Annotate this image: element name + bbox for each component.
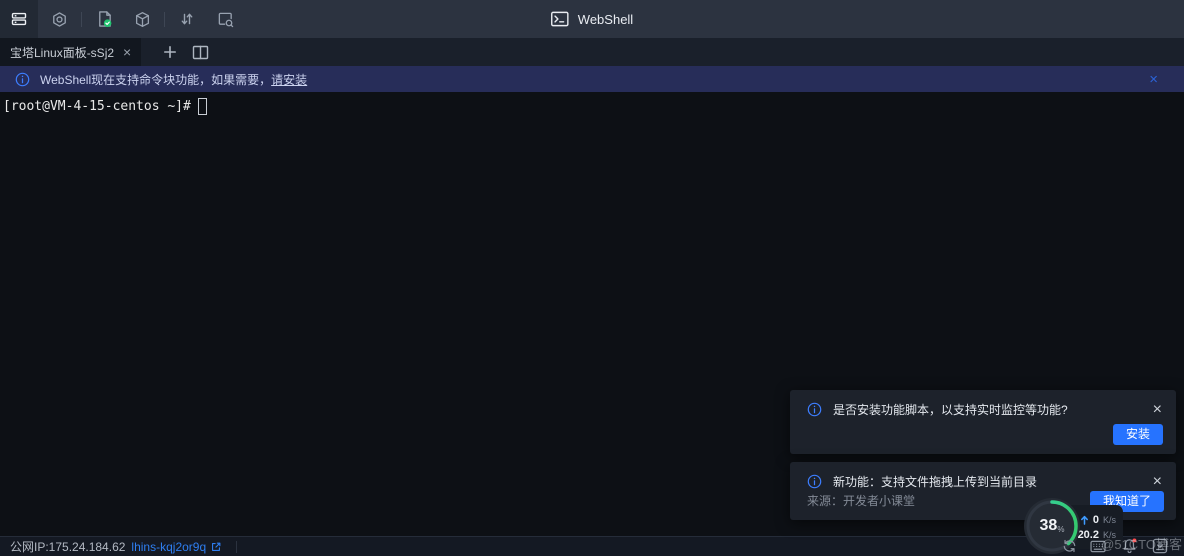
info-icon [15,72,30,87]
status-divider [236,541,237,553]
new-tab-button[interactable] [163,45,177,59]
settings-gear-icon [51,11,68,28]
tab-close-icon[interactable]: × [123,45,131,59]
install-button[interactable]: 安装 [1113,424,1163,445]
app-header: WebShell [551,0,633,38]
terminal-prompt-line: [root@VM-4-15-centos ~]# [3,98,207,115]
tab-bar: 宝塔Linux面板-sSj2 × [0,38,1184,66]
top-toolbar: WebShell [0,0,1184,38]
download-button[interactable] [1152,538,1168,554]
upload-unit: K/s [1103,515,1116,525]
notifications-button[interactable] [1122,537,1138,554]
file-check-icon [96,10,113,28]
percent-sign: % [1057,525,1064,534]
command-block-button[interactable] [123,0,161,38]
toast-close-icon[interactable]: × [1153,402,1162,418]
window-search-button[interactable] [206,0,244,38]
window-search-icon [217,11,234,28]
banner-install-link[interactable]: 请安装 [271,71,307,88]
toolbar-divider [164,12,165,27]
tab-label: 宝塔Linux面板-sSj2 [10,44,114,61]
toast-message: 是否安装功能脚本，以支持实时监控等功能? [833,401,1068,418]
external-link-icon [210,541,222,553]
instance-link[interactable]: lhins-kqj2or9q [131,540,222,554]
split-view-button[interactable] [192,45,209,60]
terminal-prompt: [root@VM-4-15-centos ~]# [3,99,191,114]
settings-button[interactable] [40,0,78,38]
terminal-icon [551,11,569,27]
tab-bt-linux-panel[interactable]: 宝塔Linux面板-sSj2 × [0,38,141,66]
status-bar: 公网IP:175.24.184.62 lhins-kqj2or9q [0,536,1184,556]
upload-arrow-icon [1080,515,1089,525]
cube-icon [134,11,151,28]
keyboard-icon [1090,540,1106,553]
instance-link-label: lhins-kqj2or9q [131,540,206,554]
toast-message: 新功能：支持文件拖拽上传到当前目录 [833,473,1037,490]
sort-arrows-icon [179,11,195,27]
split-view-icon [192,45,209,60]
sync-icon [1062,539,1077,553]
app-title: WebShell [578,12,633,27]
banner-message: WebShell现在支持命令块功能，如果需要， [40,71,271,88]
virtual-keyboard-button[interactable] [1090,540,1106,553]
notice-banner: WebShell现在支持命令块功能，如果需要， 请安装 × [0,66,1184,92]
load-percent: 38 [1040,517,1058,535]
plus-icon [163,45,177,59]
download-unit: K/s [1103,530,1116,540]
toast-close-icon[interactable]: × [1153,474,1162,490]
toast-install-monitor: 是否安装功能脚本，以支持实时监控等功能? × 安装 [790,390,1176,454]
terminal-cursor [198,98,207,115]
public-ip-label: 公网IP:175.24.184.62 [10,538,125,555]
banner-close-icon[interactable]: × [1149,66,1158,92]
script-install-button[interactable] [85,0,123,38]
download-icon [1152,538,1168,554]
session-list-button[interactable] [0,0,38,38]
info-icon [807,474,822,489]
session-list-icon [11,11,27,27]
transfer-button[interactable] [168,0,206,38]
bell-icon [1122,537,1138,554]
toast-source: 来源：开发者小课堂 [807,492,915,509]
info-icon [807,402,822,417]
upload-value: 0 [1093,514,1099,526]
sync-input-button[interactable] [1062,539,1077,553]
toolbar-divider [81,12,82,27]
